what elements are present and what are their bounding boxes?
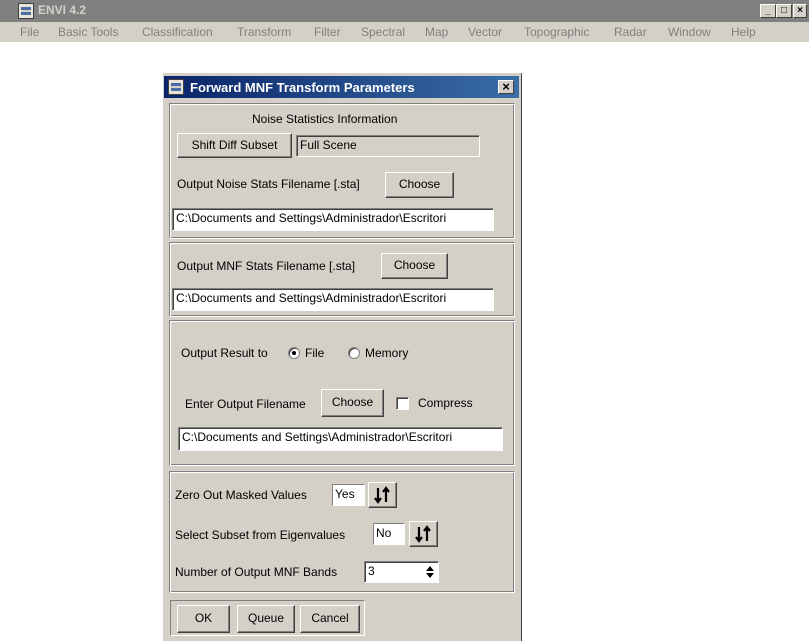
main-window-title: ENVI 4.2 (38, 3, 87, 17)
dialog-app-icon (168, 79, 184, 95)
output-filename-input[interactable]: C:\Documents and Settings\Administrador\… (178, 427, 503, 451)
compress-label: Compress (418, 396, 473, 410)
menu-window[interactable]: Window (668, 25, 711, 39)
output-memory-radio[interactable] (348, 347, 360, 359)
zero-out-label: Zero Out Masked Values (175, 488, 307, 502)
zero-out-value: Yes (332, 484, 365, 506)
spinner-arrows-icon (426, 566, 434, 578)
toggle-arrows-icon (415, 525, 431, 543)
noise-choose-button[interactable]: Choose (385, 172, 454, 198)
menu-topographic[interactable]: Topographic (524, 25, 589, 39)
output-file-radio[interactable] (288, 347, 300, 359)
menu-bar: File Basic Tools Classification Transfor… (0, 22, 809, 42)
mnf-choose-button[interactable]: Choose (381, 253, 448, 279)
output-result-label: Output Result to (181, 346, 268, 360)
dialog-close-button[interactable]: × (498, 80, 514, 94)
queue-button[interactable]: Queue (237, 605, 295, 633)
output-choose-button[interactable]: Choose (321, 389, 384, 417)
envi-app-icon (18, 3, 34, 19)
menu-transform[interactable]: Transform (237, 25, 291, 39)
compress-checkbox[interactable] (396, 397, 409, 410)
menu-radar[interactable]: Radar (614, 25, 647, 39)
menu-map[interactable]: Map (425, 25, 448, 39)
output-file-label: File (305, 346, 325, 360)
menu-help[interactable]: Help (731, 25, 756, 39)
menu-classification[interactable]: Classification (142, 25, 213, 39)
mnf-stats-filename-input[interactable]: C:\Documents and Settings\Administrador\… (172, 288, 494, 311)
num-bands-value: 3 (368, 564, 375, 578)
subset-eigen-label: Select Subset from Eigenvalues (175, 528, 346, 542)
subset-value-field: Full Scene (296, 135, 480, 157)
noise-output-label: Output Noise Stats Filename [.sta] (177, 177, 360, 191)
main-titlebar: ENVI 4.2 _ □ × (0, 0, 809, 22)
menu-filter[interactable]: Filter (314, 25, 341, 39)
shift-diff-subset-button[interactable]: Shift Diff Subset (177, 133, 292, 158)
dialog-title: Forward MNF Transform Parameters (190, 80, 415, 95)
mnf-output-label: Output MNF Stats Filename [.sta] (177, 259, 356, 273)
maximize-button[interactable]: □ (776, 4, 792, 18)
output-memory-label: Memory (365, 346, 409, 360)
dialog-titlebar: Forward MNF Transform Parameters × (164, 76, 519, 98)
menu-basic-tools[interactable]: Basic Tools (58, 25, 118, 39)
subset-eigen-toggle-button[interactable] (409, 521, 438, 547)
toggle-arrows-icon (374, 486, 390, 504)
num-bands-spinner[interactable] (424, 564, 436, 580)
subset-eigen-value: No (373, 523, 405, 545)
menu-spectral[interactable]: Spectral (361, 25, 405, 39)
menu-vector[interactable]: Vector (468, 25, 502, 39)
ok-button[interactable]: OK (177, 605, 230, 633)
close-button[interactable]: × (793, 4, 807, 18)
noise-stats-filename-input[interactable]: C:\Documents and Settings\Administrador\… (172, 208, 494, 231)
noise-stats-title: Noise Statistics Information (252, 112, 398, 126)
cancel-button[interactable]: Cancel (300, 605, 360, 633)
minimize-button[interactable]: _ (760, 4, 776, 18)
zero-out-toggle-button[interactable] (368, 482, 397, 508)
num-bands-label: Number of Output MNF Bands (175, 565, 338, 579)
menu-file[interactable]: File (20, 25, 39, 39)
enter-output-filename-label: Enter Output Filename (185, 397, 306, 411)
